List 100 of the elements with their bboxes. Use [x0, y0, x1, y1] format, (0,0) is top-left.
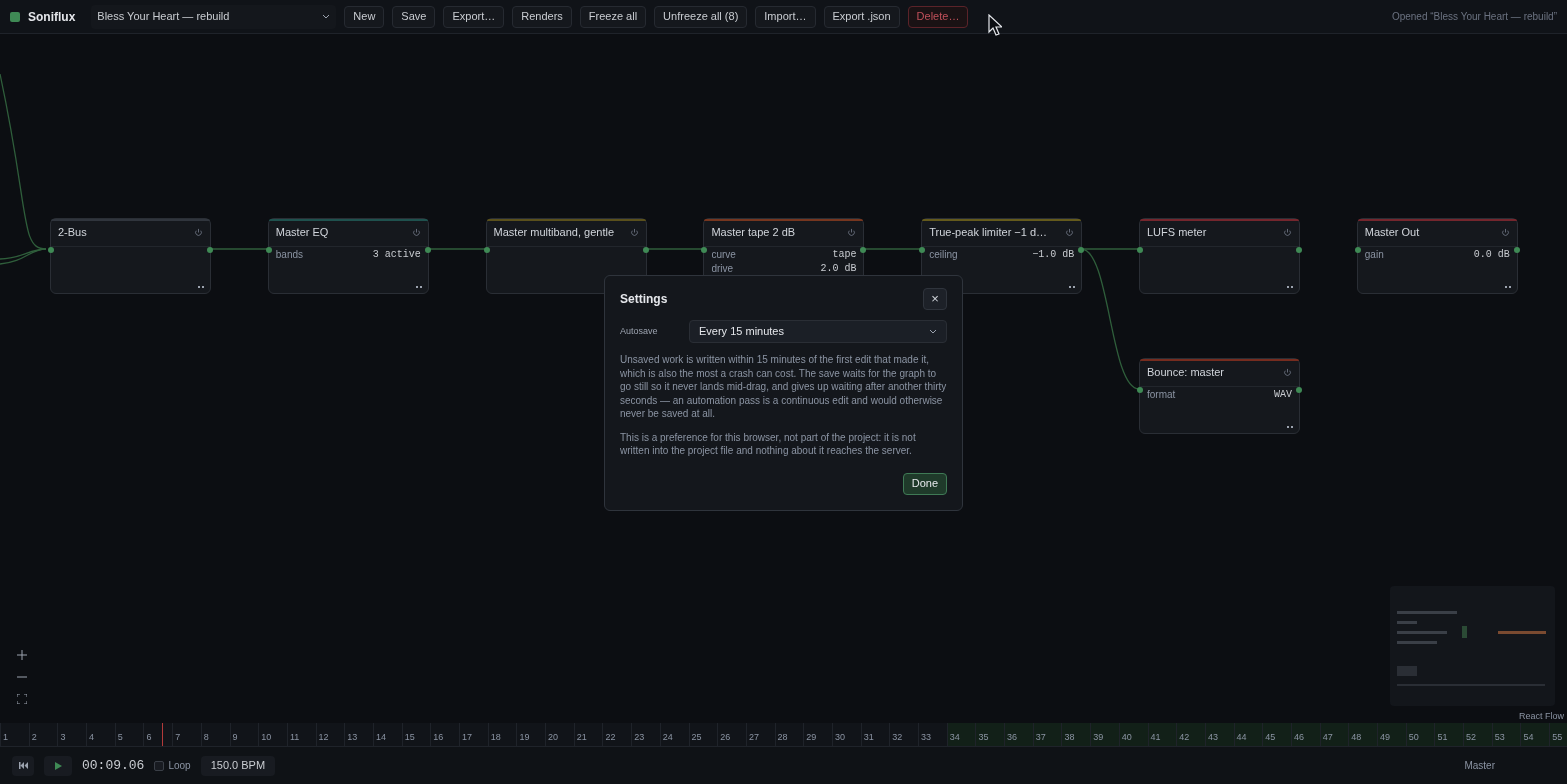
- output-handle[interactable]: [1513, 247, 1520, 253]
- bar-number: 1: [2, 732, 8, 742]
- node-card[interactable]: Master Out gain 0.0 dB: [1356, 218, 1518, 294]
- resize-handle-icon[interactable]: [415, 286, 422, 288]
- skip-back-button[interactable]: [12, 755, 34, 776]
- minus-icon: [17, 676, 27, 678]
- bar-number: 14: [374, 732, 386, 742]
- tempo-field[interactable]: 150.0 BPM: [200, 755, 276, 776]
- attribution-text: React Flow: [1519, 709, 1564, 723]
- bar-number: 15: [403, 732, 415, 742]
- toolbar-button[interactable]: Import…: [755, 5, 816, 28]
- autosave-select[interactable]: Every 15 minutes: [689, 320, 947, 343]
- timeline-ruler[interactable]: 1 2 3 4 5 6 7 8 9 10 11 12 13 14 15 16 17 18 19 20 21 22 23 24 25 26 27 28 29 30 31 32 33 34 35 36 37 38 39 40 41 42 43 44 45 46 47 48 49 50 51 52 53 54 55: [0, 723, 1567, 746]
- param-name: gain: [1364, 247, 1384, 261]
- bar-number: 3: [59, 732, 66, 742]
- node-card[interactable]: Master multiband, gentle: [485, 218, 647, 294]
- bar-number: 8: [202, 732, 209, 742]
- zoom-in-button[interactable]: [14, 647, 30, 663]
- bar-number: 44: [1235, 732, 1247, 742]
- resize-handle-icon[interactable]: [1504, 286, 1511, 288]
- output-handle[interactable]: [1078, 247, 1085, 253]
- node-title: Bounce: master: [1147, 365, 1225, 380]
- node-card[interactable]: Master EQ bands 3 active: [267, 218, 429, 294]
- resize-handle-icon[interactable]: [1287, 426, 1293, 428]
- toolbar-button[interactable]: Renders: [512, 5, 572, 28]
- loop-checkbox[interactable]: [154, 760, 165, 771]
- power-icon[interactable]: [1283, 367, 1292, 377]
- node-card[interactable]: True-peak limiter −1 d… ceiling −1.0 dB: [921, 218, 1083, 294]
- toolbar-button[interactable]: Freeze all: [579, 5, 647, 28]
- param-name: ceiling: [929, 247, 958, 261]
- output-handle[interactable]: [1296, 387, 1302, 393]
- output-handle[interactable]: [642, 247, 649, 253]
- output-handle[interactable]: [207, 247, 213, 253]
- bar-number: 39: [1092, 732, 1104, 742]
- resize-handle-icon[interactable]: [1287, 286, 1293, 288]
- node-card[interactable]: LUFS meter: [1139, 218, 1300, 294]
- bar-number: 50: [1407, 732, 1419, 742]
- bar-number: 31: [862, 732, 874, 742]
- resize-handle-icon[interactable]: [198, 286, 204, 288]
- power-icon[interactable]: [629, 227, 639, 237]
- bar-number: 26: [719, 732, 731, 742]
- input-handle[interactable]: [1354, 247, 1361, 253]
- output-handle[interactable]: [1296, 247, 1302, 253]
- bar-number: 52: [1465, 732, 1477, 742]
- close-button[interactable]: ×: [923, 288, 947, 310]
- power-icon[interactable]: [847, 227, 857, 237]
- bar-number: 16: [432, 732, 444, 742]
- skip-back-icon: [18, 762, 28, 769]
- bar-number: 43: [1206, 732, 1218, 742]
- fit-view-button[interactable]: [14, 691, 30, 707]
- input-handle[interactable]: [483, 247, 490, 253]
- toolbar-button[interactable]: New: [344, 5, 385, 28]
- plus-icon: [17, 650, 27, 660]
- bar-number: 2: [30, 732, 37, 742]
- power-icon[interactable]: [411, 227, 421, 237]
- input-handle[interactable]: [265, 247, 272, 253]
- toolbar-button[interactable]: Save: [392, 5, 436, 28]
- done-button[interactable]: Done: [902, 472, 947, 495]
- time-display: 00:09.06: [82, 756, 145, 775]
- project-select[interactable]: Bless Your Heart — rebuild: [91, 4, 337, 29]
- power-icon[interactable]: [1065, 227, 1075, 237]
- toolbar-button[interactable]: Export .json: [823, 5, 900, 28]
- input-handle[interactable]: [48, 247, 54, 253]
- power-icon[interactable]: [194, 227, 203, 237]
- node-title: Master multiband, gentle: [493, 225, 615, 240]
- bar-number: 7: [174, 732, 181, 742]
- logo-icon: [10, 11, 20, 22]
- power-icon[interactable]: [1500, 227, 1510, 237]
- node-card[interactable]: 2-Bus: [50, 218, 211, 294]
- edge-line[interactable]: [0, 248, 47, 265]
- output-handle[interactable]: [424, 247, 431, 253]
- input-handle[interactable]: [1137, 247, 1143, 253]
- bar-number: 6: [145, 732, 152, 742]
- bar-number: 47: [1321, 732, 1333, 742]
- node-card[interactable]: Bounce: master format WAV: [1139, 358, 1300, 434]
- node-title: Master tape 2 dB: [711, 225, 796, 240]
- node-title: LUFS meter: [1147, 225, 1207, 240]
- bar-number: 42: [1178, 732, 1190, 742]
- app-name: Soniflux: [28, 8, 76, 26]
- bar-number: 48: [1350, 732, 1362, 742]
- play-button[interactable]: [44, 755, 72, 776]
- output-handle[interactable]: [860, 247, 867, 253]
- bar-number: 13: [346, 732, 358, 742]
- bar-number: 41: [1149, 732, 1161, 742]
- bar-number: 20: [547, 732, 559, 742]
- param-name: curve: [711, 247, 736, 261]
- bar-number: 34: [948, 732, 960, 742]
- bar-number: 54: [1522, 732, 1534, 742]
- toolbar-button[interactable]: Unfreeze all (8): [654, 5, 748, 28]
- toolbar-button[interactable]: Export…: [443, 5, 505, 28]
- bar-number: 24: [661, 732, 673, 742]
- help-text: Unsaved work is written within 15 minutes of the first edit that made it, which is also the most a crash can cost. The save waits for the graph to go still so it never lands mid-drag, and gives up waiting after another thirty seconds — an automation pass is a continuous edit and would otherwise never be saved at all.: [620, 353, 947, 421]
- input-handle[interactable]: [701, 247, 708, 253]
- input-handle[interactable]: [1137, 387, 1143, 393]
- power-icon[interactable]: [1283, 227, 1292, 237]
- delete-button[interactable]: Delete…: [907, 5, 969, 28]
- input-handle[interactable]: [919, 247, 926, 253]
- resize-handle-icon[interactable]: [1069, 286, 1076, 288]
- field-label: Autosave: [620, 324, 659, 338]
- chevron-down-icon: [929, 329, 937, 334]
